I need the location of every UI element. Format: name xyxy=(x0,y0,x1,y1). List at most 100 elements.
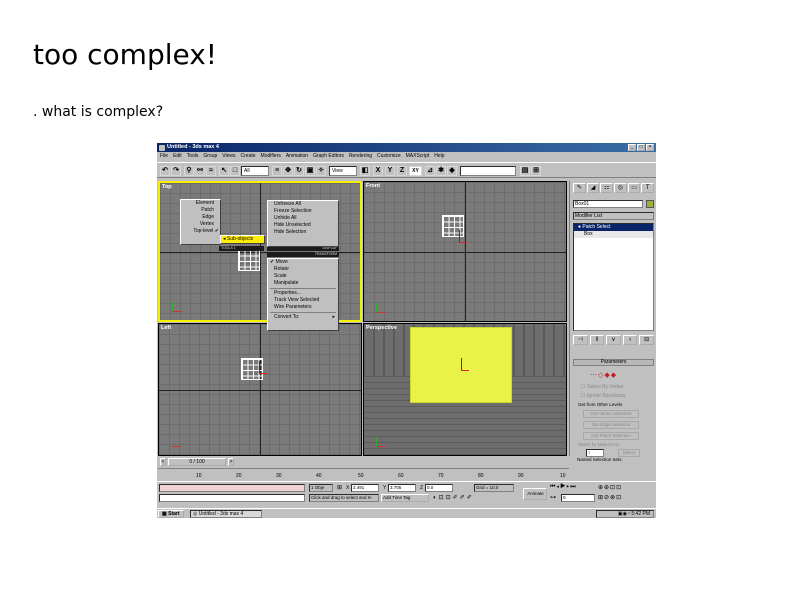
ignore-backfaces-checkbox[interactable]: ☐ Ignore Backfaces xyxy=(581,393,626,399)
material-id-field[interactable]: 1 xyxy=(586,449,604,457)
viewport-nav-icons-2[interactable]: ⊞⊘⊗⊡ xyxy=(598,494,622,501)
pin-stack-icon[interactable]: ⊣ xyxy=(573,335,588,345)
quad-item-rotate[interactable]: Rotate xyxy=(268,266,338,273)
quad-item-scale[interactable]: Scale xyxy=(268,273,338,280)
quad-item-patch[interactable]: Patch xyxy=(181,207,220,214)
select-object-icon[interactable]: ↖ xyxy=(219,166,229,176)
maxscript-output-mini[interactable] xyxy=(159,494,305,502)
quad-item-edge[interactable]: Edge xyxy=(181,214,220,221)
y-coordinate-field[interactable]: 3.705 xyxy=(388,484,416,492)
menu-create[interactable]: Create xyxy=(241,152,256,161)
schematic-view-icon[interactable]: ⊞ xyxy=(531,166,541,176)
select-rotate-icon[interactable]: ↻ xyxy=(294,166,304,176)
quad-item-unhide-all[interactable]: Unhide All xyxy=(268,215,338,222)
quad-item-track-view-selected[interactable]: Track View Selected xyxy=(268,297,338,304)
track-view-icon[interactable]: ▤ xyxy=(520,166,530,176)
time-next-icon[interactable]: > xyxy=(228,458,234,466)
quad-item-manipulate[interactable]: Manipulate xyxy=(268,280,338,287)
mirror-icon[interactable]: ⊿ xyxy=(425,166,435,176)
tray-icons[interactable]: ▣◉◔ xyxy=(618,511,632,517)
lightbulb-icon[interactable]: ● xyxy=(578,224,581,230)
box-object[interactable] xyxy=(238,249,260,271)
taskbar-item-3dsmax[interactable]: ◎ Untitled - 3ds max 4 xyxy=(190,510,262,518)
z-coordinate-field[interactable]: 0.0 xyxy=(425,484,453,492)
x-coordinate-field[interactable]: 2.491 xyxy=(351,484,379,492)
menu-animation[interactable]: Animation xyxy=(286,152,308,161)
track-bar-ruler[interactable]: 10 20 30 40 50 60 70 80 90 10 xyxy=(158,468,569,480)
time-slider-thumb[interactable]: 0 / 100 xyxy=(168,458,226,466)
viewport-label-perspective[interactable]: Perspective xyxy=(366,325,397,331)
modify-tab-icon[interactable]: ◢ xyxy=(586,183,600,193)
show-end-result-icon[interactable]: ‖ xyxy=(589,335,605,345)
reference-coordinate-dropdown[interactable]: View xyxy=(329,166,357,176)
playback-controls-icons[interactable]: ⏮◂▶▸⏭ xyxy=(550,484,577,491)
select-scale-icon[interactable]: ▣ xyxy=(305,166,315,176)
named-selection-dropdown[interactable] xyxy=(460,166,516,176)
stack-item-box[interactable]: Box xyxy=(574,231,653,238)
animate-button[interactable]: Animate xyxy=(523,488,547,500)
get-vertex-selection-button[interactable]: Get Vertex Selection xyxy=(583,410,639,418)
quad-item-vertex[interactable]: Vertex xyxy=(181,221,220,228)
create-tab-icon[interactable]: ✎ xyxy=(573,183,586,193)
modifier-list-dropdown[interactable]: Modifier List xyxy=(573,212,654,220)
quad-item-top-level[interactable]: Top-level xyxy=(193,228,213,234)
gizmo-z-axis[interactable] xyxy=(461,358,462,370)
select-region-icon[interactable]: □ xyxy=(230,166,240,176)
quad-item-sub-objects-highlight[interactable]: ◂ Sub-objects xyxy=(220,235,265,244)
object-color-swatch[interactable] xyxy=(646,200,654,208)
manipulate-icon[interactable]: ✧ xyxy=(316,166,326,176)
maxscript-listener-mini[interactable] xyxy=(159,484,305,492)
menu-graph-editors[interactable]: Graph Editors xyxy=(313,152,344,161)
display-tab-icon[interactable]: ▭ xyxy=(627,183,641,193)
parameters-rollout-header[interactable]: Parameters xyxy=(573,359,654,366)
close-button[interactable]: × xyxy=(646,144,654,151)
maximize-button[interactable]: □ xyxy=(637,144,645,151)
make-unique-icon[interactable]: ∨ xyxy=(606,335,621,345)
viewport-perspective[interactable]: Perspective xyxy=(363,323,567,456)
menu-rendering[interactable]: Rendering xyxy=(349,152,372,161)
unlink-icon[interactable]: ⚯ xyxy=(195,166,205,176)
pivot-center-icon[interactable]: ◧ xyxy=(360,166,370,176)
get-edge-selection-button[interactable]: Get Edge Selection xyxy=(583,421,639,429)
link-icon[interactable]: ⚲ xyxy=(184,166,194,176)
configure-sets-icon[interactable]: ⊟ xyxy=(639,335,654,345)
menu-customize[interactable]: Customize xyxy=(377,152,401,161)
subobject-level-icons[interactable]: ⋯◇◆◆ xyxy=(590,371,617,379)
viewport-nav-icons[interactable]: ⊕⊕⊡⊡ xyxy=(598,484,622,491)
menu-edit[interactable]: Edit xyxy=(173,152,182,161)
quad-item-freeze-selection[interactable]: Freeze Selection xyxy=(268,208,338,215)
add-time-tag-button[interactable]: Add Time Tag xyxy=(381,494,429,502)
menu-help[interactable]: Help xyxy=(434,152,444,161)
key-mode-icon[interactable]: ⊶ xyxy=(550,494,556,501)
remove-modifier-icon[interactable]: ♁ xyxy=(622,335,638,345)
box-object[interactable] xyxy=(442,215,464,237)
gizmo-x-axis[interactable] xyxy=(459,242,467,243)
restrict-x-button[interactable]: X xyxy=(373,166,383,176)
viewport-label-front[interactable]: Front xyxy=(366,183,380,189)
menu-file[interactable]: File xyxy=(160,152,168,161)
menu-maxscript[interactable]: MAXScript xyxy=(406,152,430,161)
selection-filter-dropdown[interactable]: All xyxy=(241,166,269,176)
time-prev-icon[interactable]: < xyxy=(160,458,166,466)
menu-views[interactable]: Views xyxy=(222,152,235,161)
viewport-label-left[interactable]: Left xyxy=(161,325,171,331)
menu-tools[interactable]: Tools xyxy=(187,152,199,161)
gizmo-z-axis[interactable] xyxy=(259,361,260,373)
menu-modifiers[interactable]: Modifiers xyxy=(261,152,281,161)
window-titlebar[interactable]: Untitled - 3ds max 4 xyxy=(157,143,656,152)
minimize-button[interactable]: _ xyxy=(628,144,636,151)
bind-space-warp-icon[interactable]: ≈ xyxy=(206,166,216,176)
align-icon[interactable]: ✱ xyxy=(436,166,446,176)
select-by-vertex-checkbox[interactable]: ☐ Select By Vertex xyxy=(581,384,624,390)
get-patch-selection-button[interactable]: Get Patch Selection xyxy=(583,432,639,440)
viewport-front[interactable]: Front xyxy=(363,181,567,322)
quad-item-unfreeze-all[interactable]: Unfreeze All xyxy=(268,201,338,208)
material-select-button[interactable]: Select xyxy=(618,449,640,457)
select-move-icon[interactable]: ✥ xyxy=(283,166,293,176)
viewport-label-top[interactable]: Top xyxy=(162,184,172,190)
quad-item-wire-parameters[interactable]: Wire Parameters xyxy=(268,304,338,311)
current-frame-field[interactable]: 0 xyxy=(561,494,595,502)
quad-item-sub-objects[interactable]: Sub-objects xyxy=(227,236,253,242)
restrict-xy-button[interactable]: XY xyxy=(409,166,422,176)
quad-item-convert-to[interactable]: Convert To: xyxy=(274,314,299,321)
